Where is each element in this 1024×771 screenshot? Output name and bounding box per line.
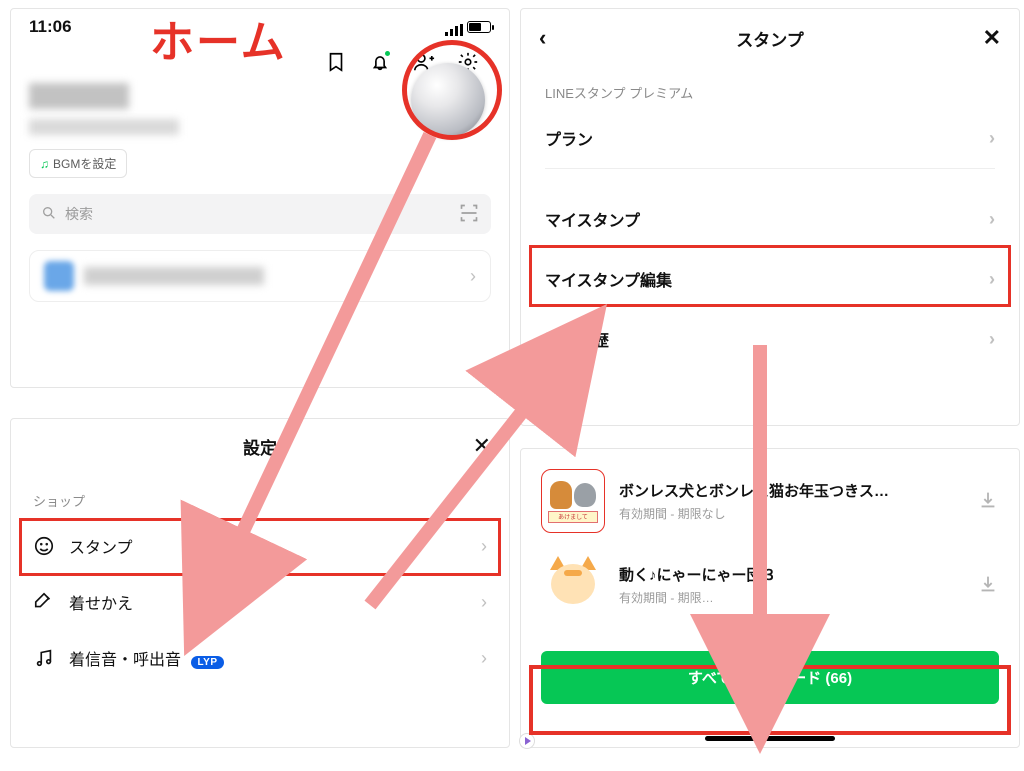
row-edit-my-stamps-label: マイスタンプ編集 [545, 267, 672, 291]
status-icons [445, 21, 491, 33]
chevron-right-icon: › [481, 536, 487, 557]
chevron-right-icon: › [481, 648, 487, 669]
settings-row-stamp[interactable]: スタンプ › [11, 518, 509, 574]
premium-section-label: LINEスタンプ プレミアム [521, 67, 1019, 108]
search-icon [41, 205, 57, 224]
smiley-icon [33, 535, 55, 557]
bgm-label: BGMを設定 [53, 155, 116, 172]
sticker-header: ‹ スタンプ ✕ [521, 9, 1019, 67]
download-item-1-title: ボンレス犬とボンレス猫お年玉つきス… [619, 480, 963, 501]
search-placeholder: 検索 [65, 204, 93, 224]
chevron-right-icon: › [989, 329, 995, 350]
download-item-2-subtitle: 有効期間 - 期限… [619, 589, 963, 606]
close-icon[interactable]: ✕ [983, 25, 1001, 51]
chevron-right-icon: › [989, 269, 995, 290]
chevron-right-icon: › [470, 266, 476, 287]
home-indicator [705, 736, 835, 741]
settings-panel: 設定 ✕ ショップ スタンプ › 着せかえ › [10, 418, 510, 748]
download-icon[interactable] [977, 489, 999, 514]
music-icon [33, 647, 55, 669]
sticker-settings-panel: ‹ スタンプ ✕ LINEスタンプ プレミアム プラン › マイスタンプ › マ… [520, 8, 1020, 426]
row-plan[interactable]: プラン › [521, 108, 1019, 168]
back-icon[interactable]: ‹ [539, 25, 546, 51]
chevron-right-icon: › [989, 209, 995, 230]
qr-scan-icon[interactable] [459, 203, 479, 226]
music-note-icon: ♫ [40, 157, 49, 171]
row-plan-label: プラン [545, 126, 593, 150]
download-item-1-subtitle: 有効期間 - 期限なし [619, 505, 963, 522]
settings-row-ringtone-label: 着信音・呼出音 [69, 652, 181, 669]
download-item-1[interactable]: あけまして ボンレス犬とボンレス猫お年玉つきス… 有効期間 - 期限なし [521, 459, 1019, 543]
settings-row-stamp-label: スタンプ [69, 534, 133, 558]
section-label-shop: ショップ [11, 473, 509, 518]
chevron-right-icon: › [989, 128, 995, 149]
annotation-circle [402, 40, 502, 140]
sticker-title: スタンプ [736, 26, 804, 51]
download-item-2[interactable]: 動く♪にゃーにゃー団３ 有効期間 - 期限… [521, 543, 1019, 627]
annotation-home-label: ホーム [150, 6, 287, 70]
sticker-thumb-1: あけまして [541, 469, 605, 533]
profile-name-redacted [29, 83, 129, 109]
settings-row-theme-label: 着せかえ [69, 590, 133, 614]
download-icon[interactable] [977, 573, 999, 598]
rec-text-redacted [84, 267, 264, 285]
settings-row-theme[interactable]: 着せかえ › [11, 574, 509, 630]
bookmark-icon[interactable] [325, 51, 347, 73]
cellular-signal-icon [445, 21, 463, 33]
download-item-2-title: 動く♪にゃーにゃー団３ [619, 564, 963, 585]
lyp-badge: LYP [191, 656, 223, 669]
bell-icon[interactable] [369, 51, 391, 73]
bgm-chip[interactable]: ♫ BGMを設定 [29, 149, 127, 178]
row-purchase-history[interactable]: 購入履歴 › [521, 309, 1019, 369]
recommendation-row[interactable]: › [29, 250, 491, 302]
settings-row-ringtone[interactable]: 着信音・呼出音 LYP › [11, 630, 509, 686]
row-my-stamps[interactable]: マイスタンプ › [521, 189, 1019, 249]
rec-thumb-redacted [44, 261, 74, 291]
chevron-right-icon: › [481, 592, 487, 613]
row-purchase-history-label: 購入履歴 [545, 327, 609, 351]
search-input[interactable]: 検索 [29, 194, 491, 234]
paint-icon [33, 591, 55, 613]
row-my-stamps-label: マイスタンプ [545, 207, 640, 231]
clock-label: 11:06 [29, 17, 72, 37]
download-all-label: すべてダウンロード (66) [688, 670, 852, 687]
sticker-thumb-2 [541, 553, 605, 617]
close-icon[interactable]: ✕ [473, 433, 491, 459]
download-panel: あけまして ボンレス犬とボンレス猫お年玉つきス… 有効期間 - 期限なし 動く♪… [520, 448, 1020, 748]
row-edit-my-stamps[interactable]: マイスタンプ編集 › [521, 249, 1019, 309]
download-all-button[interactable]: すべてダウンロード (66) [541, 651, 999, 704]
profile-status-redacted [29, 119, 179, 135]
settings-header: 設定 ✕ [11, 419, 509, 473]
settings-title: 設定 [243, 434, 277, 459]
battery-icon [467, 21, 491, 33]
